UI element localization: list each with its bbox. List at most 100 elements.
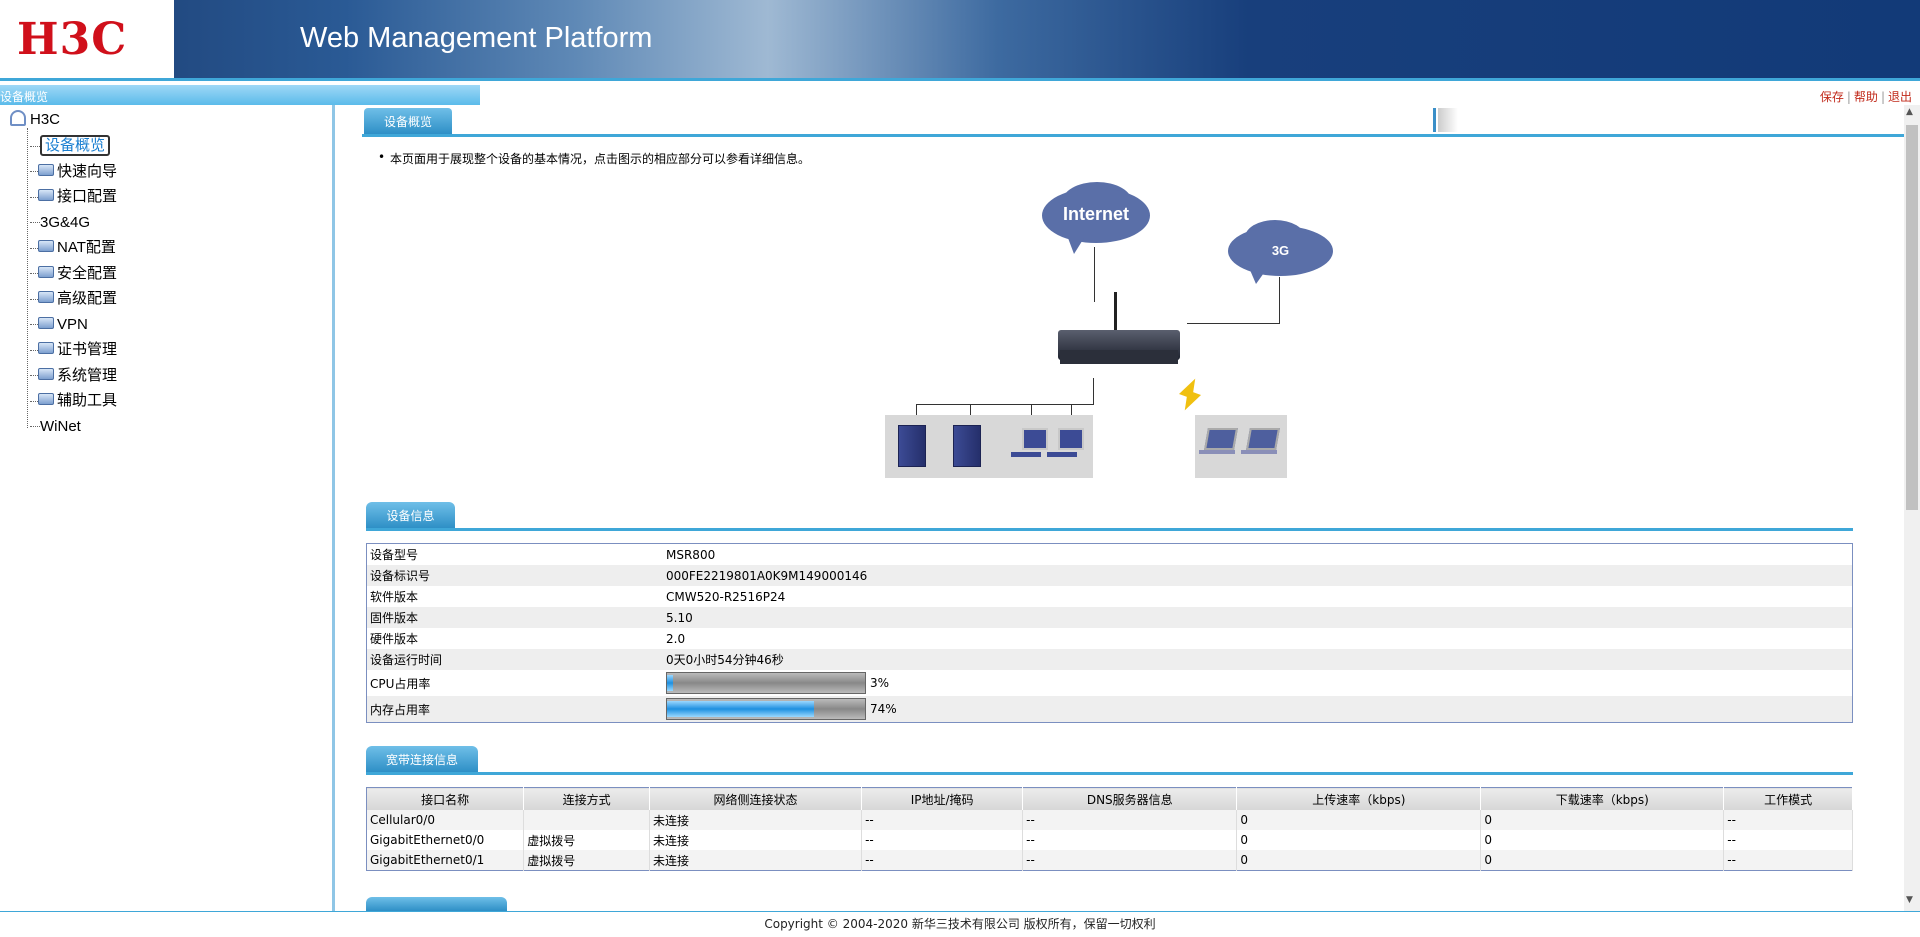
tree-root[interactable]: H3C bbox=[10, 110, 60, 128]
broadband-info-header: 宽带连接信息 bbox=[366, 746, 478, 772]
table-cell: -- bbox=[861, 830, 1024, 850]
column-header: 下载速率（kbps) bbox=[1480, 787, 1725, 810]
sidebar-item[interactable]: 3G&4G bbox=[30, 212, 90, 234]
folder-icon bbox=[38, 189, 54, 201]
server-icon bbox=[953, 425, 981, 467]
folder-icon bbox=[38, 240, 54, 252]
sidebar-item[interactable]: NAT配置 bbox=[30, 237, 116, 259]
laptop-icon bbox=[1204, 428, 1238, 450]
table-cell: 虚拟拨号 bbox=[523, 850, 651, 871]
table-cell: -- bbox=[1723, 830, 1853, 850]
logout-link[interactable]: 退出 bbox=[1888, 90, 1912, 104]
tree-connector bbox=[30, 324, 38, 326]
sidebar-item-label: 系统管理 bbox=[57, 366, 118, 384]
next-section-header bbox=[366, 897, 507, 911]
save-link[interactable]: 保存 bbox=[1820, 90, 1844, 104]
info-value: MSR800 bbox=[666, 547, 716, 562]
folder-icon bbox=[38, 265, 54, 278]
usage-bar-fill bbox=[667, 701, 814, 717]
usage-bar-fill bbox=[667, 675, 673, 691]
mem-usage-label: 内存占用率 bbox=[366, 696, 663, 723]
table-row: Cellular0/0 未连接 -- -- 0 0 -- bbox=[366, 810, 1853, 830]
laptop-icon bbox=[1246, 428, 1280, 450]
table-row: CPU占用率 3% bbox=[367, 670, 1853, 696]
cloud-tail bbox=[1250, 270, 1266, 284]
mem-usage-text: 74% bbox=[870, 702, 897, 716]
scrollbar-thumb[interactable] bbox=[1906, 125, 1918, 510]
sidebar-item-label: 安全配置 bbox=[57, 264, 118, 282]
sidebar-item[interactable]: 安全配置 bbox=[30, 263, 117, 285]
sidebar-item-label: 3G&4G bbox=[40, 213, 91, 231]
sidebar-item-label: VPN bbox=[57, 315, 88, 333]
table-cell: 0 bbox=[1480, 830, 1725, 850]
mem-usage-cell: 74% bbox=[663, 696, 1853, 723]
sidebar-item-label: 快速向导 bbox=[57, 162, 118, 180]
table-row: 设备型号 MSR800 bbox=[367, 544, 1853, 566]
link-line bbox=[1279, 277, 1280, 323]
info-key: 设备标识号 bbox=[366, 565, 663, 586]
table-row: 设备运行时间 0天0小时54分钟46秒 bbox=[366, 649, 1853, 670]
pc-icon bbox=[1022, 428, 1048, 450]
cpu-usage-label: CPU占用率 bbox=[370, 676, 431, 691]
sidebar-item[interactable]: 证书管理 bbox=[30, 339, 117, 361]
column-header: 上传速率（kbps) bbox=[1236, 787, 1482, 810]
link-line bbox=[1093, 378, 1094, 405]
sidebar-item[interactable]: 系统管理 bbox=[30, 365, 117, 387]
internet-cloud[interactable]: Internet bbox=[1042, 188, 1150, 243]
table-cell: -- bbox=[1723, 810, 1853, 830]
header-divider bbox=[0, 78, 1920, 81]
sidebar-item[interactable]: 辅助工具 bbox=[30, 390, 117, 412]
top-links: 保存 | 帮助 | 退出 bbox=[1820, 88, 1912, 105]
device-info-table: 设备型号 MSR800 设备标识号 000FE2219801A0K9M14900014… bbox=[366, 543, 1853, 723]
section-underline bbox=[366, 528, 1853, 531]
column-header: 连接方式 bbox=[523, 787, 651, 810]
sidebar-item-label: 设备概览 bbox=[40, 135, 111, 156]
cpu-usage-text: 3% bbox=[870, 676, 890, 690]
tab-device-overview[interactable]: 设备概览 bbox=[364, 108, 452, 134]
info-key: 硬件版本 bbox=[370, 632, 419, 646]
table-row: GigabitEthernet0/1 虚拟拨号 未连接 -- -- 0 0 -- bbox=[366, 850, 1853, 871]
sidebar-item-label: 接口配置 bbox=[57, 188, 118, 205]
device-info-header: 设备信息 bbox=[366, 502, 455, 528]
laptop-base bbox=[1241, 450, 1277, 454]
tree-connector bbox=[30, 196, 38, 198]
table-row: 设备标识号 000FE2219801A0K9M149000146 bbox=[366, 565, 1853, 586]
folder-icon bbox=[38, 291, 54, 303]
info-value: 000FE2219801A0K9M149000146 bbox=[663, 565, 1853, 586]
sidebar-item[interactable]: 高级配置 bbox=[30, 288, 117, 310]
scroll-up-icon[interactable]: ▲ bbox=[1906, 107, 1913, 117]
cpu-usage-bar bbox=[666, 672, 866, 694]
mem-usage-bar bbox=[666, 698, 866, 720]
sidebar-item[interactable]: WiNet bbox=[30, 416, 81, 438]
broadband-table: 接口名称 连接方式 网络侧连接状态 IP地址/掩码 DNS服务器信息 上传速率（kbps)… bbox=[366, 787, 1853, 871]
help-link[interactable]: 帮助 bbox=[1854, 90, 1878, 104]
sidebar-splitter[interactable] bbox=[332, 105, 335, 911]
sidebar-item[interactable]: VPN bbox=[30, 314, 88, 336]
table-cell: -- bbox=[1022, 810, 1238, 830]
link-line bbox=[1187, 323, 1280, 324]
sidebar-item[interactable]: 接口配置 bbox=[30, 186, 117, 208]
header-banner bbox=[0, 0, 1920, 78]
table-cell: 未连接 bbox=[649, 850, 863, 871]
pc-icon bbox=[1058, 428, 1084, 450]
page-note: 本页面用于展现整个设备的基本情况，点击图示的相应部分可以参看详细信息。 bbox=[378, 150, 810, 167]
3g-cloud[interactable]: 3G bbox=[1228, 226, 1333, 276]
tree-connector bbox=[30, 222, 40, 224]
table-cell: 0 bbox=[1480, 810, 1725, 830]
user-group-icon bbox=[10, 110, 26, 126]
scroll-down-icon[interactable]: ▼ bbox=[1906, 895, 1913, 905]
info-value: CMW520-R2516P24 bbox=[666, 589, 786, 604]
folder-icon bbox=[38, 367, 54, 380]
table-cell: -- bbox=[1022, 850, 1238, 871]
tree-connector bbox=[30, 171, 38, 173]
link-separator: | bbox=[1880, 90, 1885, 104]
column-header: IP地址/掩码 bbox=[861, 787, 1024, 810]
table-cell: GigabitEthernet0/0 bbox=[366, 830, 525, 850]
link-line bbox=[916, 404, 1094, 405]
sidebar-item[interactable]: 快速向导 bbox=[30, 161, 117, 183]
sidebar-item[interactable]: 设备概览 bbox=[30, 135, 111, 157]
table-row: 固件版本 5.10 bbox=[366, 607, 1853, 628]
table-cell: -- bbox=[1022, 830, 1238, 850]
section-underline bbox=[366, 772, 1853, 775]
table-row: 内存占用率 74% bbox=[366, 696, 1853, 723]
